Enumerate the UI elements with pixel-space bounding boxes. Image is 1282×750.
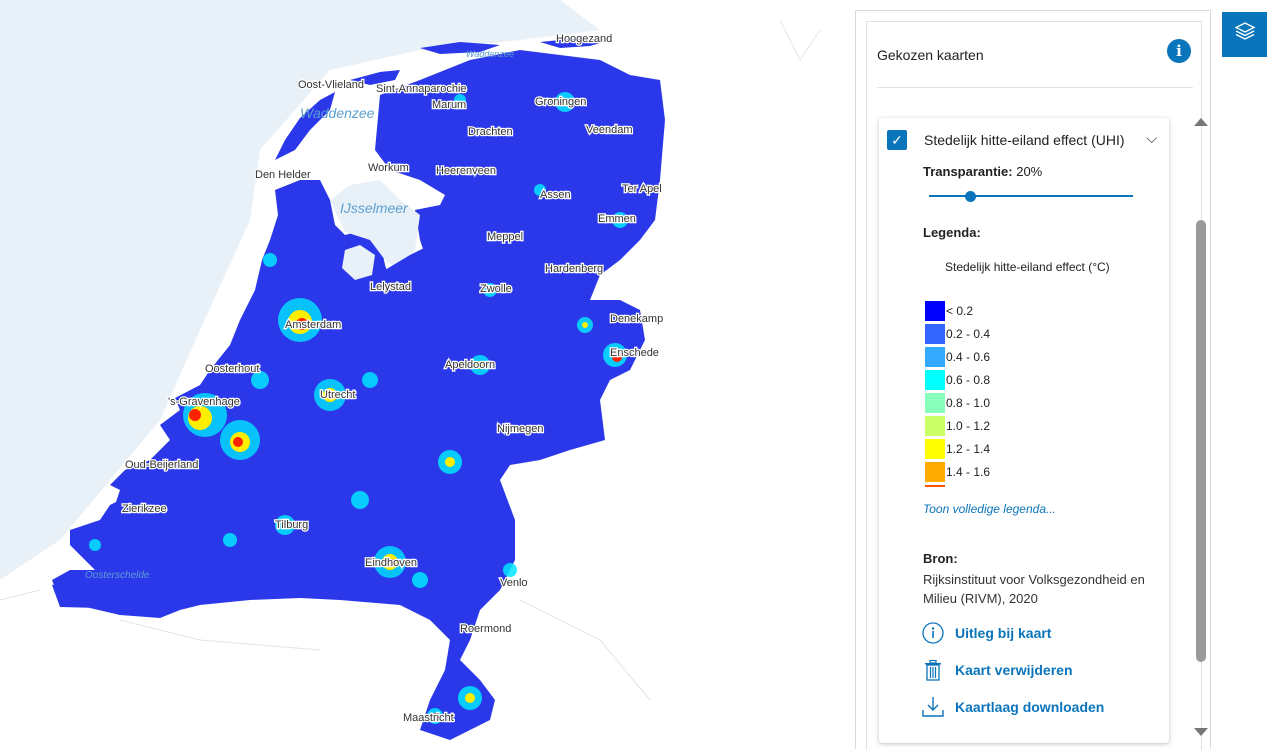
map-label-place: Oud-Beijerland [125,459,198,471]
show-full-legend-link[interactable]: Toon volledige legenda... [923,502,1056,516]
map-label-place: Ter Apel [622,183,662,195]
layer-card: ✓ Stedelijk hitte-eiland effect (UHI) ⌵ … [879,118,1169,743]
map-label-place: Denekamp [610,313,663,325]
map-label-place: Utrecht [320,389,355,401]
info-icon[interactable]: i [1167,39,1191,63]
map-label-place: Oost-Vlieland [298,79,364,91]
map-label-place: Tilburg [275,519,308,531]
download-icon [921,695,945,719]
trash-icon [921,658,945,682]
legend-item-label: 0.6 - 0.8 [946,372,991,387]
map-label-place: Amsterdam [285,319,341,331]
info-circle-icon [921,621,945,645]
layer-visibility-checkbox[interactable]: ✓ [887,130,907,150]
legend-swatch [925,300,945,321]
transparency-label-text: Transparantie: [923,164,1013,179]
layer-title: Stedelijk hitte-eiland effect (UHI) [924,132,1125,148]
panel-title: Gekozen kaarten [877,46,984,63]
map-label-place: Apeldoorn [445,359,495,371]
map-label-place: Nijmegen [497,423,543,435]
legend-item-label: 0.2 - 0.4 [946,326,991,341]
map-label-place: Venlo [500,577,528,589]
map-label-place: Oosterhout [205,363,259,375]
map-label-place: Groningen [535,96,586,108]
legend-item: < 0.2 [925,299,990,322]
download-layer-button[interactable]: Kaartlaag downloaden [921,695,1104,719]
map-label-place: Veendam [586,124,632,136]
map-label-place: Heerenveen [436,165,496,177]
explain-map-button[interactable]: Uitleg bij kaart [921,621,1051,645]
legend-swatch [925,346,945,367]
legend-item-label: 1.0 - 1.2 [946,418,991,433]
explain-map-label: Uitleg bij kaart [955,625,1052,641]
legend-title: Stedelijk hitte-eiland effect (°C) [945,260,1110,274]
legend-item: 1.0 - 1.2 [925,414,990,437]
map-label-ijsselmeer: IJsselmeer [340,200,409,216]
map-label-place: Workum [368,162,409,174]
map-label-place: Emmen [598,213,636,225]
legend-item: 0.6 - 0.8 [925,368,990,391]
legend-list: < 0.2 0.2 - 0.4 0.4 - 0.6 0.6 - 0.8 0.8 … [925,299,990,487]
legend-heading: Legenda: [923,225,981,240]
map-label-place: Eindhoven [365,557,417,569]
legend-swatch [925,323,945,344]
chosen-maps-container: Gekozen kaarten i ✓ Stedelijk hitte-eila… [866,21,1208,750]
source-text: Rijksinstituut voor Volksgezondheid en M… [923,572,1145,606]
chevron-down-icon[interactable]: ⌵ [1146,130,1157,147]
transparency-label: Transparantie: 20% [923,164,1042,179]
legend-item-label: 1.4 - 1.6 [946,464,991,479]
legend-item: 0.4 - 0.6 [925,345,990,368]
chosen-maps-panel: Gekozen kaarten i ✓ Stedelijk hitte-eila… [855,10,1211,750]
layers-toggle-button[interactable] [1222,12,1267,57]
legend-swatch [925,484,945,487]
map-label-place: Meppel [487,231,523,243]
legend-swatch [925,461,945,482]
layers-icon [1234,21,1256,48]
scrollbar-thumb[interactable] [1196,220,1206,662]
legend-item [925,483,990,487]
map-label-place: Hoogezand [556,33,612,45]
transparency-value: 20% [1016,164,1043,179]
legend-item: 1.4 - 1.6 [925,460,990,483]
legend-item-label: 1.2 - 1.4 [946,441,991,456]
legend-swatch [925,392,945,413]
transparency-slider-handle[interactable] [965,191,976,202]
panel-header: Gekozen kaarten i [877,22,1193,88]
map-label-waddenzee: Waddenzee [300,105,375,121]
map-label-oosterschelde: Oosterschelde [85,570,150,581]
legend-swatch [925,369,945,390]
legend-item: 0.8 - 1.0 [925,391,990,414]
transparency-slider-track[interactable] [929,195,1133,197]
legend-item-label: 0.8 - 1.0 [946,395,991,410]
layer-card-header: ✓ Stedelijk hitte-eiland effect (UHI) ⌵ [887,128,1161,152]
map-label-place: Marum [432,99,466,111]
map-label-place: Roermond [460,623,511,635]
map-label-place: Den Helder [255,169,311,181]
map-label-place: Zierikzee [122,503,167,515]
remove-map-label: Kaart verwijderen [955,662,1073,678]
map-label-place: Assen [540,189,571,201]
legend-swatch [925,415,945,436]
legend-item-label: 0.4 - 0.6 [946,349,991,364]
map-label-place: Lelystad [370,281,411,293]
scroll-up-arrow[interactable] [1194,118,1208,126]
map-label-place: 's-Gravenhage [168,396,240,408]
legend-item: 1.2 - 1.4 [925,437,990,460]
map-label-place: Zwolle [480,283,512,295]
map-label-place: Sint-Annaparochie [376,83,467,95]
remove-map-button[interactable]: Kaart verwijderen [921,658,1073,682]
legend-item-label: < 0.2 [946,303,974,318]
map-label-place: Hardenberg [545,263,603,275]
legend-swatch [925,438,945,459]
map-label-place: Drachten [468,126,513,138]
legend-item: 0.2 - 0.4 [925,322,990,345]
map-label-place: Maastricht [403,712,454,724]
scroll-down-arrow[interactable] [1194,728,1208,736]
source-heading: Bron: [923,551,958,566]
download-layer-label: Kaartlaag downloaden [955,699,1105,715]
map-label-place: Enschede [610,347,659,359]
map-label-waddenzee-2: Waddenzee [466,49,514,59]
